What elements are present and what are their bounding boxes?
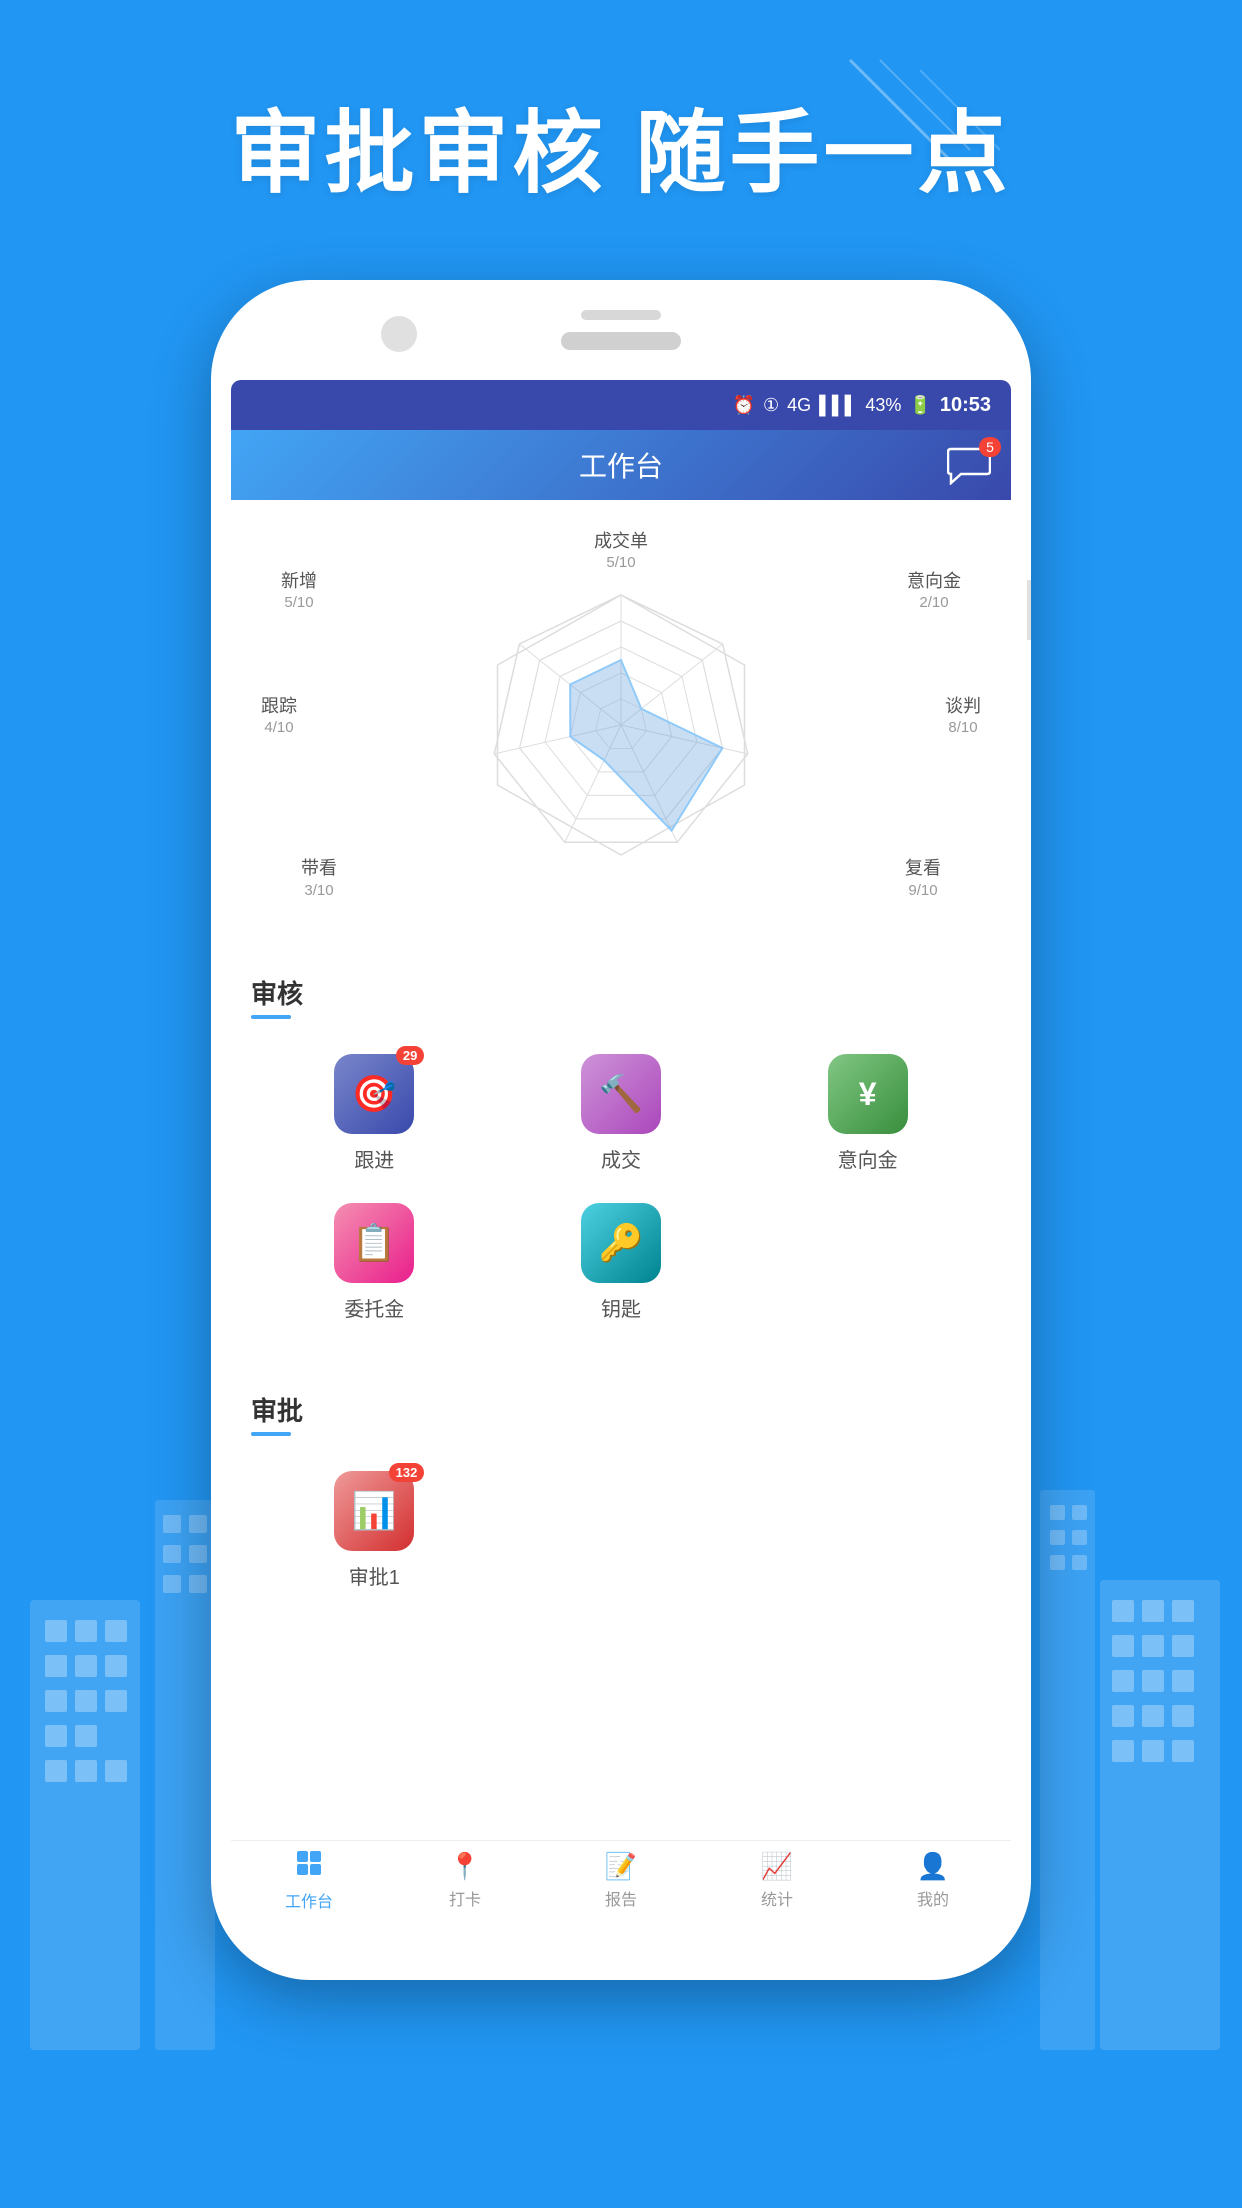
yixiangjin-icon: ¥: [859, 1076, 877, 1113]
message-button[interactable]: 5: [947, 445, 991, 485]
radar-label-bottomright: 复看 9/10: [905, 857, 941, 900]
stats-nav-label: 统计: [761, 1886, 793, 1910]
approval1-label: 审批1: [349, 1561, 400, 1590]
approval1-icon: 📊: [352, 1490, 397, 1532]
message-badge: 5: [979, 437, 1001, 457]
approval-section: 审批 📊 132 审批1: [231, 1371, 1011, 1645]
audit-section: 审核 🎯 29 跟进: [231, 954, 1011, 1357]
nav-item-report[interactable]: 📝 报告: [543, 1851, 699, 1910]
audit-item-chengjiao[interactable]: 🔨 成交: [498, 1039, 745, 1188]
audit-item-weituojin[interactable]: 📋 委托金: [251, 1188, 498, 1337]
genjin-badge: 29: [396, 1046, 424, 1065]
audit-item-yixiangjin[interactable]: ¥ 意向金: [744, 1039, 991, 1188]
hero-text: 审批审核 随手一点: [0, 80, 1242, 210]
sim-icon: ①: [763, 395, 779, 416]
screen-content[interactable]: 成交单 5/10 意向金 2/10 谈判 8/10: [231, 500, 1011, 1840]
yaoshi-icon: 🔑: [599, 1222, 644, 1264]
radar-label-topright: 意向金 2/10: [907, 570, 961, 613]
nav-item-stats[interactable]: 📈 统计: [699, 1851, 855, 1910]
audit-icon-grid: 🎯 29 跟进 🔨 成交: [251, 1039, 991, 1337]
status-bar: ⏰ ① 4G ▌▌▌ 43% 🔋 10:53: [231, 380, 1011, 430]
weituojin-label: 委托金: [344, 1293, 404, 1322]
checkin-nav-label: 打卡: [449, 1886, 481, 1910]
mine-icon: 👤: [917, 1851, 949, 1882]
audit-title: 审核: [251, 974, 991, 1011]
approval-section-line: [251, 1432, 291, 1436]
radar-label-top: 成交单 5/10: [594, 530, 648, 573]
nav-item-checkin[interactable]: 📍 打卡: [387, 1851, 543, 1910]
audit-section-line: [251, 1015, 291, 1019]
approval-item-1[interactable]: 📊 132 审批1: [251, 1456, 498, 1605]
audit-item-yaoshi[interactable]: 🔑 钥匙: [498, 1188, 745, 1337]
phone-speaker-top: [581, 310, 661, 320]
audit-item-genjin[interactable]: 🎯 29 跟进: [251, 1039, 498, 1188]
phone-camera: [381, 316, 417, 352]
bottom-nav: 工作台 📍 打卡 📝 报告 📈 统计: [231, 1840, 1011, 1920]
mine-nav-label: 我的: [917, 1886, 949, 1910]
app-title: 工作台: [579, 445, 663, 485]
signal-icon: ▌▌▌: [819, 395, 857, 416]
approval-icon-grid: 📊 132 审批1: [251, 1456, 991, 1605]
yaoshi-label: 钥匙: [601, 1293, 641, 1322]
side-button: [1027, 580, 1031, 640]
clock: 10:53: [940, 394, 991, 417]
phone-speaker: [561, 332, 681, 350]
checkin-icon: 📍: [449, 1851, 481, 1882]
nav-item-worktable[interactable]: 工作台: [231, 1849, 387, 1912]
radar-label-bottomleft: 带看 3/10: [301, 857, 337, 900]
report-nav-label: 报告: [605, 1886, 637, 1910]
approval1-badge: 132: [389, 1463, 425, 1482]
worktable-icon: [295, 1849, 323, 1884]
radar-label-topleft: 新增 5/10: [281, 570, 317, 613]
battery-label: 43%: [865, 395, 901, 416]
stats-icon: 📈: [761, 1851, 793, 1882]
battery-icon: 🔋: [909, 395, 931, 416]
genjin-label: 跟进: [354, 1144, 394, 1173]
chengjiao-label: 成交: [601, 1144, 641, 1173]
radar-container: 成交单 5/10 意向金 2/10 谈判 8/10: [251, 530, 991, 910]
alarm-icon: ⏰: [733, 395, 755, 416]
network-label: 4G: [787, 395, 811, 416]
chengjiao-icon: 🔨: [599, 1073, 644, 1115]
radar-label-left: 跟踪 4/10: [261, 695, 297, 738]
report-icon: 📝: [605, 1851, 637, 1882]
app-header: 工作台 5: [231, 430, 1011, 500]
phone-mockup: ⏰ ① 4G ▌▌▌ 43% 🔋 10:53 工作台 5: [211, 280, 1031, 1980]
genjin-icon: 🎯: [352, 1073, 397, 1115]
weituojin-icon: 📋: [352, 1222, 397, 1264]
approval-title: 审批: [251, 1391, 991, 1428]
radar-section: 成交单 5/10 意向金 2/10 谈判 8/10: [231, 500, 1011, 940]
phone-screen: ⏰ ① 4G ▌▌▌ 43% 🔋 10:53 工作台 5: [231, 380, 1011, 1920]
worktable-nav-label: 工作台: [285, 1888, 333, 1912]
nav-item-mine[interactable]: 👤 我的: [855, 1851, 1011, 1910]
yixiangjin-label: 意向金: [838, 1144, 898, 1173]
radar-label-right: 谈判 8/10: [945, 695, 981, 738]
